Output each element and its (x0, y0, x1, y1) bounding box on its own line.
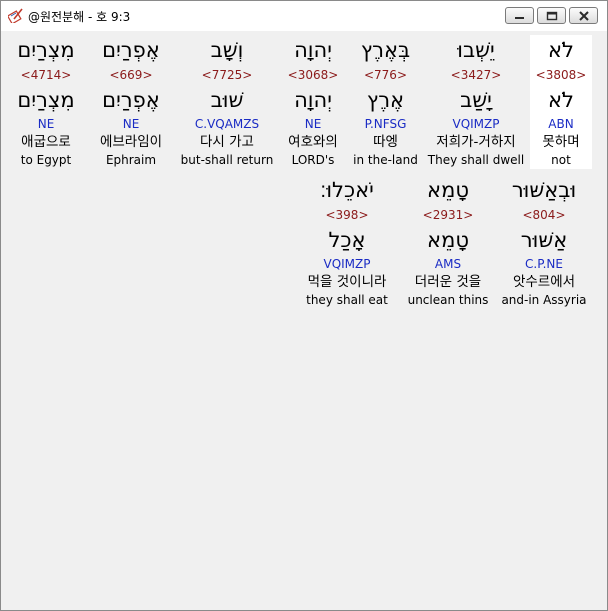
lexical-form: לֹא (548, 88, 574, 112)
english-gloss: but-shall return (180, 153, 274, 167)
korean-gloss: 더러운 것을 (414, 274, 482, 290)
lexical-form: אֶרֶץ (366, 88, 405, 112)
english-gloss: to Egypt (20, 153, 72, 167)
lexical-form: מִצְרַיִם (17, 88, 75, 112)
lexical-form: יְהוָה (294, 88, 332, 112)
english-gloss: Ephraim (105, 153, 157, 167)
morphology-code: AMS (434, 257, 462, 271)
morphology-code: VQIMZP (323, 257, 371, 271)
korean-gloss: 따엥 (373, 134, 398, 150)
morphology-code: NE (122, 117, 140, 131)
hebrew-word: יְהוָה (294, 38, 332, 62)
window-title: @원전분해 - 호 9:3 (28, 10, 131, 24)
word-column[interactable]: אֶפְרַיִם <669> אֶפְרַיִם NE 에브라임이 Ephra… (85, 35, 177, 169)
korean-gloss: 먹을 것이니라 (307, 274, 387, 290)
english-gloss: not (551, 153, 571, 167)
lexical-form: אֶפְרַיִם (102, 88, 160, 112)
word-column[interactable]: לֹא <3808> לֹא ABN 못하며 not (530, 35, 592, 169)
strong-number[interactable]: <3808> (530, 65, 592, 85)
english-gloss: unclean thins (407, 293, 489, 307)
strong-number[interactable]: <7725> (177, 65, 277, 85)
hebrew-word: יֹאכֵלוּ׃ (320, 178, 374, 202)
lexical-form: יָשַׁב (460, 88, 492, 112)
hebrew-word: מִצְרַיִם (17, 38, 75, 62)
hebrew-word: טָמֵא (427, 178, 469, 202)
pen-book-icon (8, 8, 23, 23)
interlinear-panel: לֹא <3808> לֹא ABN 못하며 not יֵשְׁבוּ <342… (1, 31, 607, 610)
english-gloss: they shall eat (306, 293, 388, 307)
title-bar[interactable]: @원전분해 - 호 9:3 (1, 1, 607, 31)
word-column[interactable]: יֵשְׁבוּ <3427> יָשַׁב VQIMZP 저희가-거하지 Th… (422, 35, 530, 169)
maximize-button[interactable] (537, 7, 566, 24)
hebrew-word: וּבְאַשּׁוּר (511, 178, 577, 202)
hebrew-word: אֶפְרַיִם (102, 38, 160, 62)
word-column[interactable]: וּבְאַשּׁוּר <804> אַשּׁוּר C.P.NE 앗수르에서… (495, 175, 593, 309)
word-column[interactable]: יְהוָה <3068> יְהוָה NE 여호와의 LORD's (277, 35, 349, 169)
lexical-form: אַשּׁוּר (520, 228, 568, 252)
strong-number[interactable]: <3427> (422, 65, 530, 85)
word-column[interactable]: טָמֵא <2931> טָמֵא AMS 더러운 것을 unclean th… (401, 175, 495, 309)
strong-number[interactable]: <2931> (401, 205, 495, 225)
strong-number[interactable]: <669> (85, 65, 177, 85)
hebrew-word: בְּאֶרֶץ (360, 38, 411, 62)
morphology-code: P.NFSG (364, 117, 407, 131)
hebrew-word: יֵשְׁבוּ (457, 38, 495, 62)
word-column[interactable]: וְשָׁב <7725> שׁוּב C.VQAMZS 다시 가고 but-s… (177, 35, 277, 169)
morphology-code: C.P.NE (525, 257, 563, 271)
minimize-button[interactable] (505, 7, 534, 24)
strong-number[interactable]: <776> (349, 65, 422, 85)
strong-number[interactable]: <3068> (277, 65, 349, 85)
lexical-form: אָכַל (328, 228, 366, 252)
english-gloss: and-in Assyria (501, 293, 587, 307)
morphology-code: VQIMZP (452, 117, 500, 131)
hebrew-word: וְשָׁב (210, 38, 244, 62)
word-column[interactable]: מִצְרַיִם <4714> מִצְרַיִם NE 애굽으로 to Eg… (7, 35, 85, 169)
strong-number[interactable]: <804> (495, 205, 593, 225)
korean-gloss: 못하며 (542, 134, 580, 150)
word-column[interactable]: יֹאכֵלוּ׃ <398> אָכַל VQIMZP 먹을 것이니라 the… (293, 175, 401, 309)
app-window: @원전분해 - 호 9:3 לֹא <3808> לֹא ABN 못하며 not… (0, 0, 608, 611)
morphology-code: NE (304, 117, 322, 131)
english-gloss: They shall dwell (427, 153, 525, 167)
close-button[interactable] (569, 7, 598, 24)
korean-gloss: 에브라임이 (99, 134, 163, 150)
morphology-code: C.VQAMZS (194, 117, 260, 131)
korean-gloss: 다시 가고 (200, 134, 254, 150)
english-gloss: in the-land (353, 153, 418, 167)
close-icon (579, 11, 589, 21)
english-gloss: LORD's (291, 153, 335, 167)
lexical-form: טָמֵא (427, 228, 469, 252)
korean-gloss: 앗수르에서 (512, 274, 576, 290)
korean-gloss: 여호와의 (288, 134, 338, 150)
maximize-icon (546, 11, 558, 21)
strong-number[interactable]: <4714> (7, 65, 85, 85)
lexical-form: שׁוּב (210, 88, 244, 112)
korean-gloss: 저희가-거하지 (436, 134, 516, 150)
word-column[interactable]: בְּאֶרֶץ <776> אֶרֶץ P.NFSG 따엥 in the-la… (349, 35, 422, 169)
minimize-icon (515, 17, 524, 19)
hebrew-word: לֹא (548, 38, 574, 62)
morphology-code: ABN (548, 117, 574, 131)
morphology-code: NE (37, 117, 55, 131)
strong-number[interactable]: <398> (293, 205, 401, 225)
korean-gloss: 애굽으로 (21, 134, 71, 150)
